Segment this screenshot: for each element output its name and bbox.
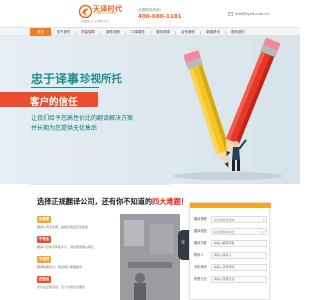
phone-input[interactable] [211,263,267,271]
section-title: 选择正规翻译公司，还有你不知道的四大难题！ [37,197,188,207]
form-row-wordcount: 翻译字数 [194,239,267,247]
problem-tag: 不专业 [37,236,51,243]
form-label: 手机号码 [194,265,207,269]
logo-subtitle: 中国翻译公司·北京翻译公司 [80,20,109,23]
site-header: 天译时代 TIANYI TIMES 中国翻译公司·北京翻译公司 全国服务热线： … [0,0,300,26]
banner-illustration [0,36,300,184]
form-label: 翻译类型 [194,229,207,233]
language-select[interactable]: 请选择翻译语种 ▾ [211,215,267,223]
language-select-value: 请选择翻译语种 [213,217,235,222]
hero-banner[interactable]: 忠于译事 珍视所托 客户的信任 让我们给予您高性价比的翻译解决方案 并长期为您提… [0,36,300,184]
form-row-industry: 所属行业 [194,275,267,283]
envelope-icon [228,12,233,16]
section-title-text: 选择正规翻译公司，还有你不知道的 [37,197,153,206]
office-photo [120,214,180,300]
section-title-highlight: 四大难题！ [152,197,188,206]
banner-ribbon-text: 客户的信任 [30,97,78,108]
banner-description-line2: 并长期为您提供无忧售后 [31,125,98,132]
form-label: 翻译字数 [194,241,207,245]
problem-tag: 无资质 [37,216,51,223]
problem-description: 翻译公司无资质，盖章无效且无法备案 [37,225,89,229]
wordcount-input[interactable] [211,239,267,247]
problem-description: 翻译人员水平参差不齐，译文质量难以保证 [37,245,95,249]
form-label: 翻译语种 [194,217,207,221]
chevron-down-icon: ▾ [262,217,265,222]
type-select[interactable]: 请选择翻译类型 ▾ [211,227,267,235]
logo-icon[interactable] [79,5,92,18]
hotline-number[interactable]: 400-080-1181 [138,14,182,20]
form-label: 联系人 [194,253,204,257]
type-select-value: 请选择翻译类型 [213,229,235,234]
quote-form: 翻译语种 请选择翻译语种 ▾ 翻译类型 请选择翻译类型 ▾ 翻译字数 联系人 手… [189,202,271,300]
contact-name-input[interactable] [211,251,267,259]
banner-description-line1: 让我们给予您高性价比的翻译解决方案 [31,115,134,122]
hotline-label: 全国服务热线： [138,8,164,12]
form-header [190,203,271,208]
contact-email[interactable]: info@tysd.com.cn [235,11,269,16]
problem-description: 交付后出现问题，无人负责售后服务 [37,285,86,289]
problem-tag: 不准时 [37,256,51,263]
problem-tag: 无售后 [37,276,51,283]
form-row-phone: 手机号码 [194,263,267,271]
chevron-down-icon: ▾ [262,229,265,234]
industry-input[interactable] [211,275,267,283]
form-label: 所属行业 [194,277,207,281]
banner-title-part2: 珍视所托 [80,73,122,85]
banner-divider [31,87,99,88]
banner-title-part1: 忠于译事 [31,72,80,86]
form-row-language: 翻译语种 请选择翻译语种 ▾ [194,215,267,223]
form-row-contact: 联系人 [194,251,267,259]
main-nav: 首页 关于我们 质量保障 服务流程 口译服务 服务领域 合作案例 新闻资讯 联系… [0,27,300,37]
problem-description: 翻译延期交付，耽误客户重要事务 [37,265,83,269]
quote-side-tab-label: 不 [181,240,185,245]
logo-english: TIANYI TIMES [94,12,116,15]
section-divider [30,184,170,185]
form-row-type: 翻译类型 请选择翻译类型 ▾ [194,227,267,235]
